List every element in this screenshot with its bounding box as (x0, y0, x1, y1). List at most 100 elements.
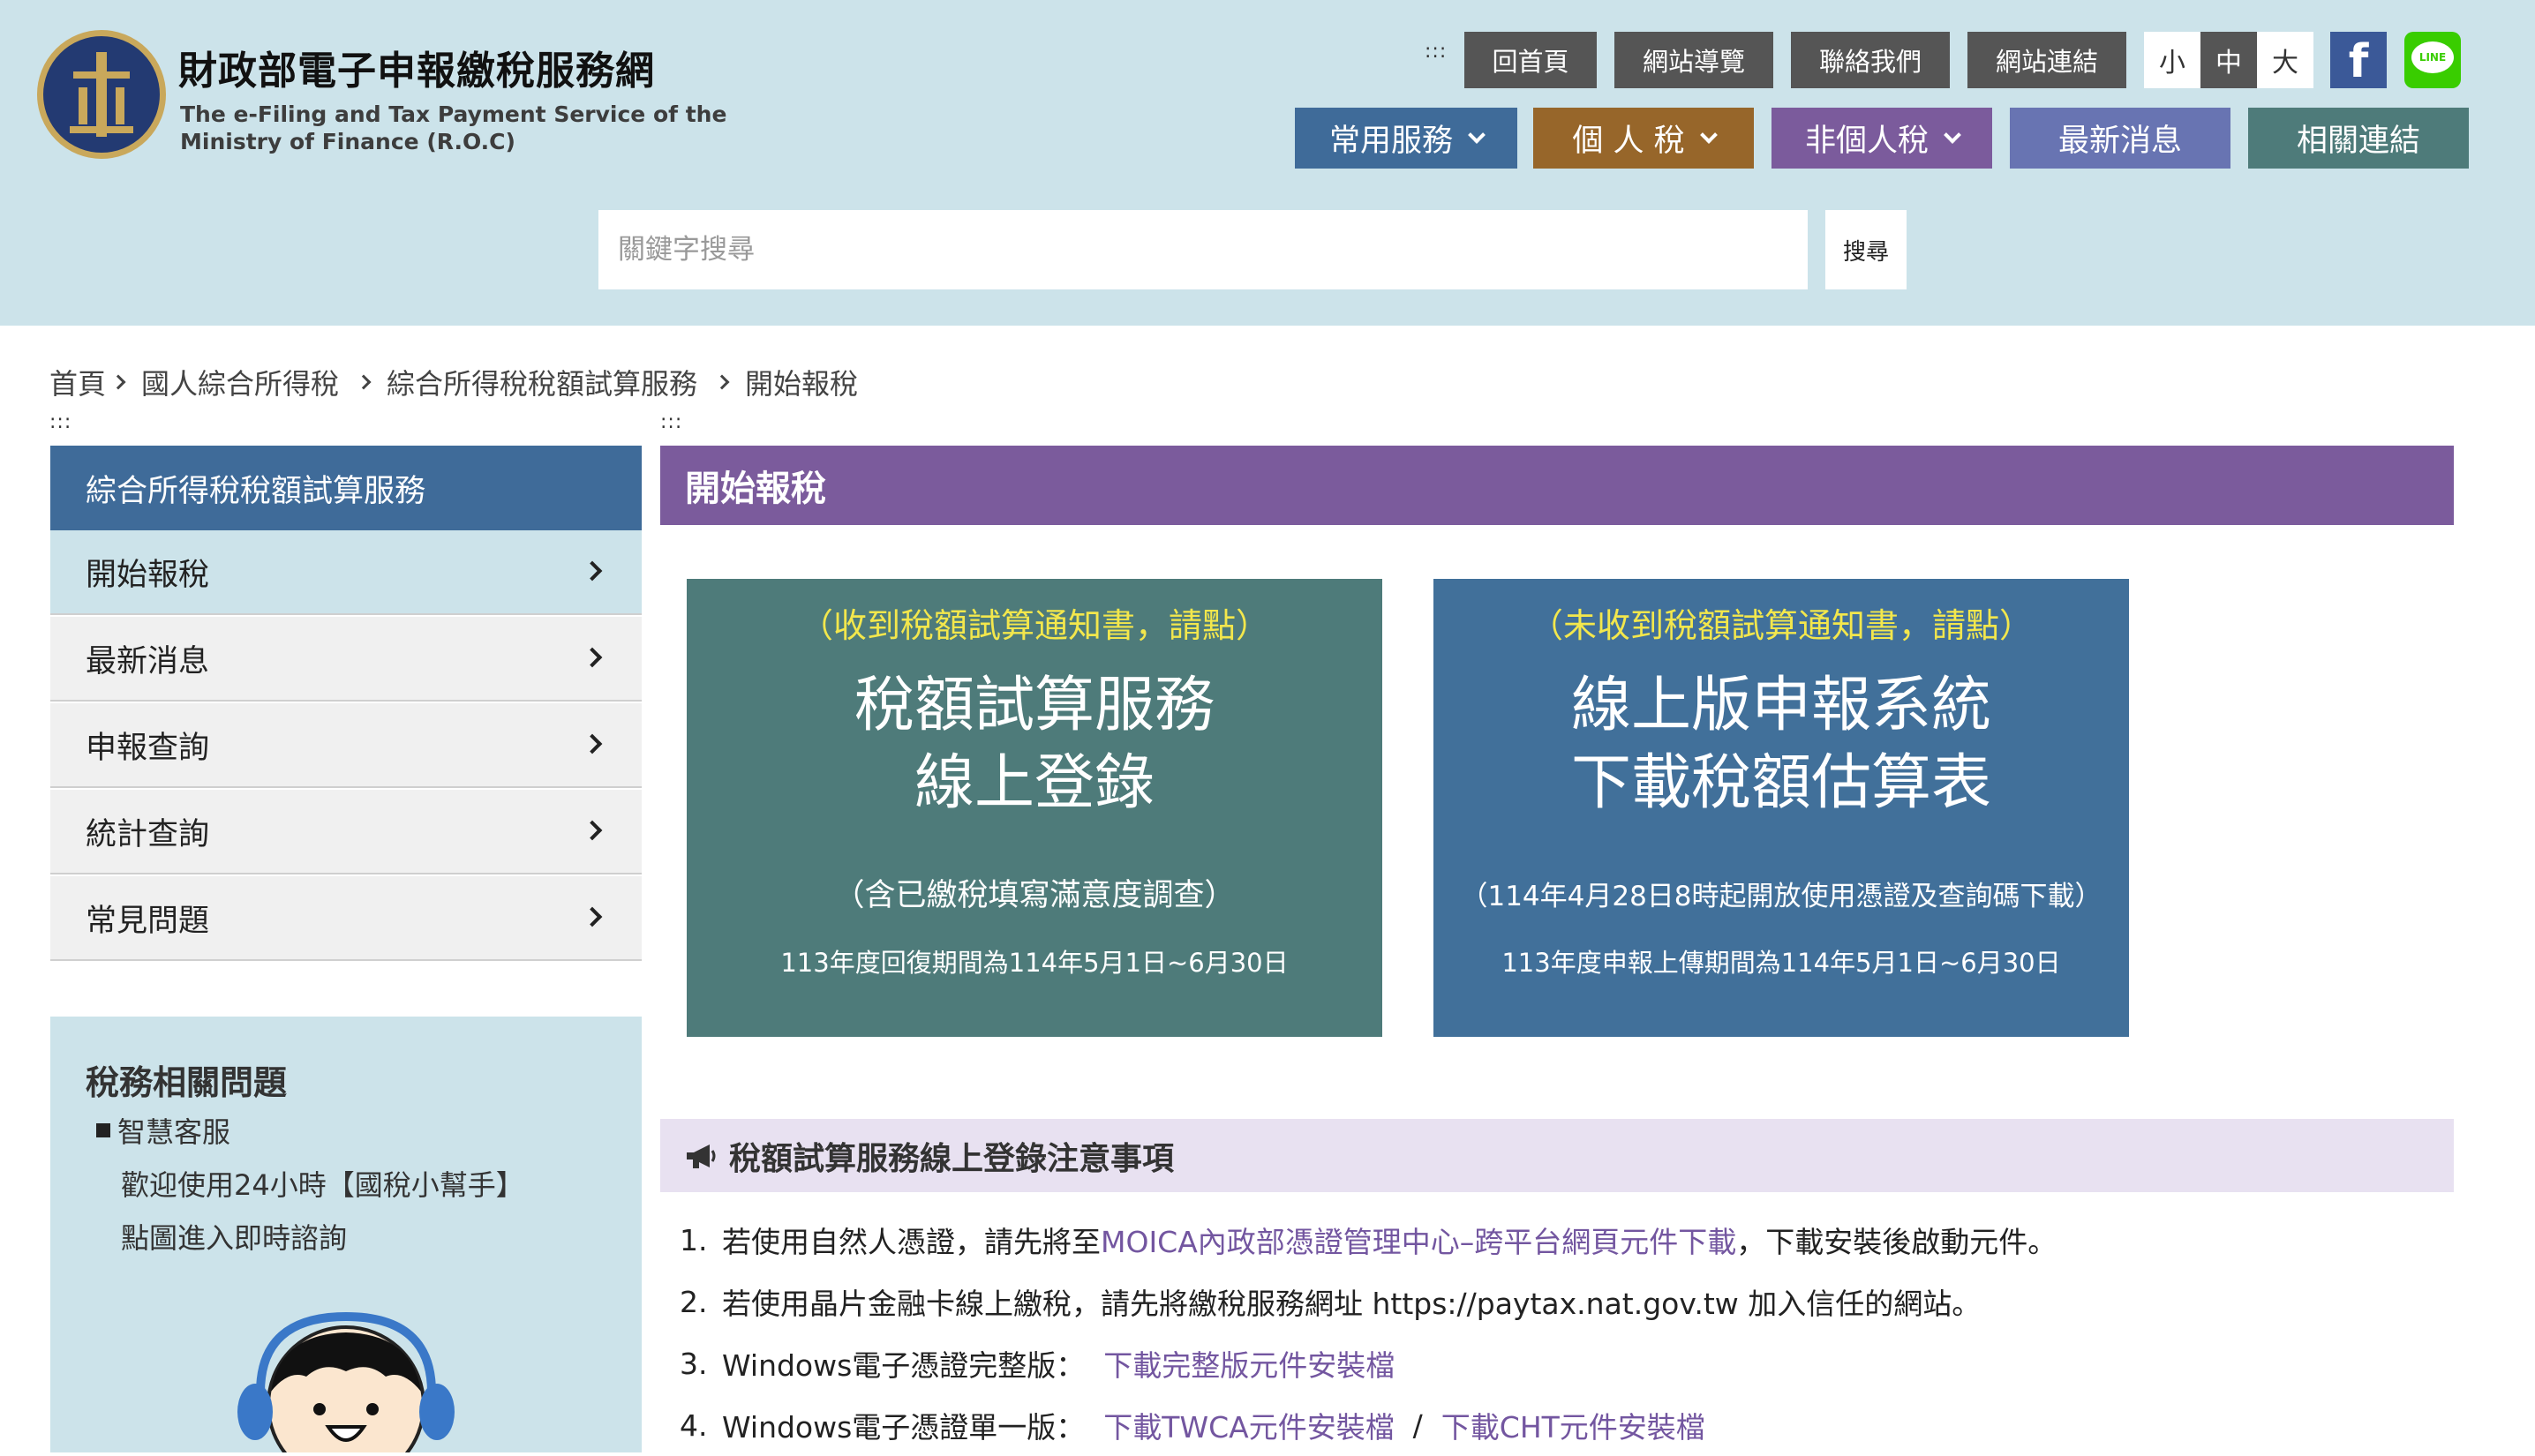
tax-faq-panel: 稅務相關問題 智慧客服 歡迎使用24小時【國稅小幫手】 點圖進入即時諮詢 (50, 1017, 642, 1452)
chevron-down-icon (1468, 125, 1486, 144)
notice-title: 稅額試算服務線上登錄注意事項 (729, 1140, 1175, 1177)
faq-title: 稅務相關問題 (86, 1063, 288, 1102)
list-item-text: 若使用自然人憑證，請先將至 (722, 1225, 1101, 1259)
card-left-title-line-1: 稅額試算服務 (854, 671, 1215, 740)
list-item-text: Windows電子憑證單一版： (722, 1410, 1104, 1445)
card-right-title: 線上版申報系統 下載稅額估算表 (1433, 667, 2129, 822)
list-item: 4. Windows電子憑證單一版： 下載TWCA元件安裝檔 / 下載CHT元件… (680, 1394, 2445, 1456)
chevron-right-icon (582, 733, 603, 754)
list-item-number: 3. (680, 1346, 708, 1381)
nav-latest-news-label: 最新消息 (2057, 124, 2182, 159)
chevron-down-icon (1944, 125, 1961, 144)
list-item-number: 2. (680, 1284, 708, 1319)
sidebar-item-label: 開始報稅 (86, 557, 210, 593)
sidebar-item-label: 統計查詢 (86, 816, 210, 852)
nav-latest-news[interactable]: 最新消息 (2010, 108, 2230, 169)
nav-related-links-label: 相關連結 (2296, 124, 2420, 159)
site-title[interactable]: 財政部電子申報繳稅服務網 (178, 39, 655, 95)
page-title: 開始報稅 (660, 446, 2454, 525)
notice-heading: 稅額試算服務線上登錄注意事項 (660, 1119, 2454, 1192)
accesskey-top[interactable]: ::: (1425, 41, 1447, 63)
sidebar-item-filing-query[interactable]: 申報查詢 (50, 703, 642, 788)
list-item-text: Windows電子憑證完整版： (722, 1348, 1104, 1383)
tax-calc-online-login-card[interactable]: （收到稅額試算通知書，請點） 稅額試算服務 線上登錄 （含已繳稅填寫滿意度調查）… (687, 579, 1382, 1037)
chevron-right-icon (356, 374, 372, 390)
breadcrumb-income-tax[interactable]: 國人綜合所得稅 (141, 362, 339, 402)
moica-download-link[interactable]: MOICA內政部憑證管理中心–跨平台網頁元件下載 (1101, 1219, 1736, 1261)
breadcrumb-tax-calc-service[interactable]: 綜合所得稅稅額試算服務 (387, 362, 697, 402)
line-icon-label: LINE (2411, 41, 2454, 73)
link-separator: / (1394, 1407, 1441, 1443)
list-item: 1. 若使用自然人憑證，請先將至 MOICA內政部憑證管理中心–跨平台網頁元件下… (680, 1209, 2445, 1271)
online-filing-system-card[interactable]: （未收到稅額試算通知書，請點） 線上版申報系統 下載稅額估算表 （114年4月2… (1433, 579, 2129, 1037)
sidebar-item-label: 最新消息 (86, 643, 210, 679)
smart-service-label: 智慧客服 (96, 1110, 230, 1151)
mascot-avatar-icon[interactable] (236, 1308, 456, 1452)
card-right-hint: （未收到稅額試算通知書，請點） (1529, 606, 2033, 645)
card-left-note: （含已繳稅填寫滿意度調查） (833, 878, 1236, 913)
list-item: 2. 若使用晶片金融卡線上繳稅，請先將繳稅服務網址 https://paytax… (680, 1271, 2445, 1332)
nav-non-personal-tax-label: 非個人稅 (1804, 124, 1929, 159)
contact-link-button[interactable]: 聯絡我們 (1791, 32, 1950, 88)
breadcrumb: 首頁 國人綜合所得稅 綜合所得稅稅額試算服務 開始報稅 (49, 362, 858, 402)
card-right-period: 113年度申報上傳期間為114年5月1日~6月30日 (1501, 948, 2061, 978)
card-left-hint: （收到稅額試算通知書，請點） (799, 606, 1269, 645)
smart-service-text: 智慧客服 (117, 1115, 231, 1149)
list-item: 3. Windows電子憑證完整版： 下載完整版元件安裝檔 (680, 1332, 2445, 1394)
home-link-button[interactable]: 回首頁 (1464, 32, 1597, 88)
ministry-logo[interactable] (37, 30, 166, 159)
list-item-text: ，下載安裝後啟動元件。 (1736, 1225, 2057, 1259)
list-item-text: 若使用晶片金融卡線上繳稅，請先將繳稅服務網址 https://paytax.na… (722, 1287, 1982, 1321)
font-size-medium-button[interactable]: 中 (2200, 32, 2257, 88)
accesskey-left[interactable]: ::: (49, 411, 71, 433)
chevron-right-icon (582, 560, 603, 582)
chevron-right-icon (582, 906, 603, 927)
card-right-note: （114年4月28日8時起開放使用憑證及查詢碼下載） (1460, 881, 2102, 912)
site-subtitle: The e-Filing and Tax Payment Service of … (180, 101, 726, 155)
site-header: 財政部電子申報繳稅服務網 The e-Filing and Tax Paymen… (0, 0, 2535, 326)
site-subtitle-line-1: The e-Filing and Tax Payment Service of … (180, 101, 727, 127)
list-item-number: 1. (680, 1222, 708, 1257)
card-left-period: 113年度回復期間為114年5月1日~6月30日 (780, 948, 1289, 978)
facebook-icon-letter: f (2348, 35, 2369, 88)
sidebar-item-statistics-query[interactable]: 統計查詢 (50, 790, 642, 874)
card-left-title: 稅額試算服務 線上登錄 (687, 667, 1382, 822)
breadcrumb-current: 開始報稅 (745, 367, 859, 401)
chevron-right-icon (582, 820, 603, 841)
sitemap-link-button[interactable]: 網站導覽 (1614, 32, 1773, 88)
nav-personal-tax[interactable]: 個 人 稅 (1533, 108, 1754, 169)
megaphone-icon (687, 1144, 716, 1168)
facebook-icon[interactable]: f (2330, 32, 2387, 88)
nav-common-services-label: 常用服務 (1328, 124, 1453, 159)
nav-non-personal-tax[interactable]: 非個人稅 (1771, 108, 1992, 169)
breadcrumb-home[interactable]: 首頁 (49, 362, 106, 402)
chevron-right-icon (110, 374, 126, 390)
sidebar-item-latest-news[interactable]: 最新消息 (50, 617, 642, 702)
chevron-right-icon (714, 374, 730, 390)
sidebar-item-faq[interactable]: 常見問題 (50, 876, 642, 961)
accesskey-center[interactable]: ::: (660, 411, 682, 433)
nav-common-services[interactable]: 常用服務 (1295, 108, 1517, 169)
links-link-button[interactable]: 網站連結 (1967, 32, 2126, 88)
nav-related-links[interactable]: 相關連結 (2248, 108, 2469, 169)
card-right-title-line-2: 下載稅額估算表 (1570, 748, 1991, 818)
faq-instruction: 點圖進入即時諮詢 (121, 1221, 348, 1255)
sidebar-item-label: 常見問題 (86, 903, 210, 939)
line-icon[interactable]: LINE (2404, 32, 2461, 88)
notice-list: 1. 若使用自然人憑證，請先將至 MOICA內政部憑證管理中心–跨平台網頁元件下… (680, 1209, 2445, 1456)
cht-download-link[interactable]: 下載CHT元件安裝檔 (1441, 1404, 1705, 1446)
site-subtitle-line-2: Ministry of Finance (R.O.C) (180, 129, 515, 154)
twca-download-link[interactable]: 下載TWCA元件安裝檔 (1103, 1404, 1394, 1446)
font-size-large-button[interactable]: 大 (2257, 32, 2313, 88)
nav-personal-tax-label: 個 人 稅 (1572, 124, 1685, 159)
font-size-small-button[interactable]: 小 (2144, 32, 2200, 88)
list-item-number: 4. (680, 1407, 708, 1443)
sidebar-item-start-filing[interactable]: 開始報稅 (50, 530, 642, 615)
card-left-title-line-2: 線上登錄 (914, 748, 1155, 818)
card-right-title-line-1: 線上版申報系統 (1570, 671, 1991, 740)
full-version-download-link[interactable]: 下載完整版元件安裝檔 (1103, 1342, 1395, 1385)
search-input[interactable] (598, 210, 1808, 289)
search-button[interactable]: 搜尋 (1825, 210, 1907, 289)
chevron-down-icon (1699, 125, 1718, 144)
sidebar-title[interactable]: 綜合所得稅稅額試算服務 (50, 446, 642, 530)
